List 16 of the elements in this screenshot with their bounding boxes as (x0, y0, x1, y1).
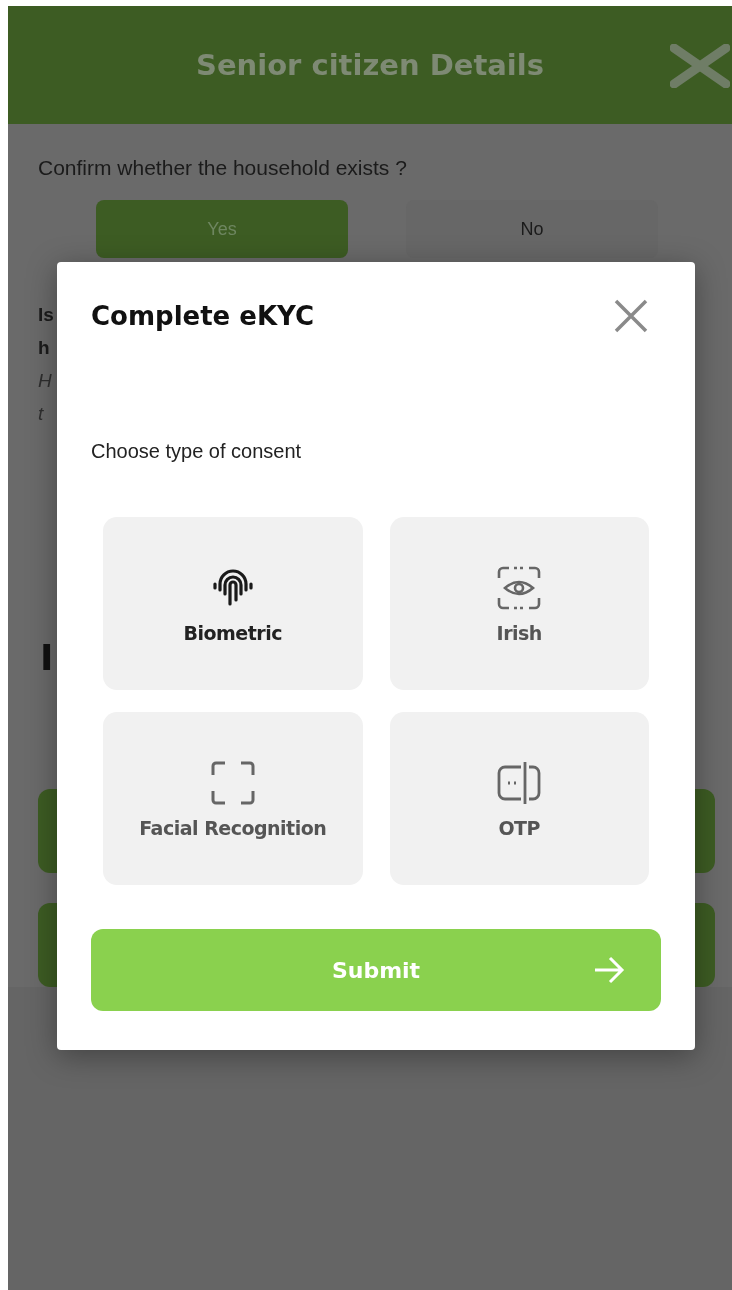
close-icon[interactable] (670, 44, 730, 88)
covered-text: H (38, 369, 52, 393)
consent-option[interactable]: Biometric (103, 517, 363, 690)
question-text: Confirm whether the household exists ? (38, 156, 408, 180)
covered-text: Is (38, 303, 54, 327)
covered-text: t (38, 402, 44, 426)
dialog-prompt: Choose type of consent (91, 440, 303, 463)
consent-option[interactable]: Irish (389, 517, 649, 690)
covered-text: h (38, 336, 50, 360)
consent-option[interactable]: OTP (389, 712, 649, 885)
covered-heading: I (40, 636, 54, 680)
arrow-right-icon (593, 956, 625, 984)
close-icon[interactable] (613, 298, 649, 334)
header-title: Senior citizen Details (196, 48, 544, 82)
consent-option[interactable]: Facial Recognition (103, 712, 363, 885)
dialog-title: Complete eKYC (91, 301, 315, 331)
